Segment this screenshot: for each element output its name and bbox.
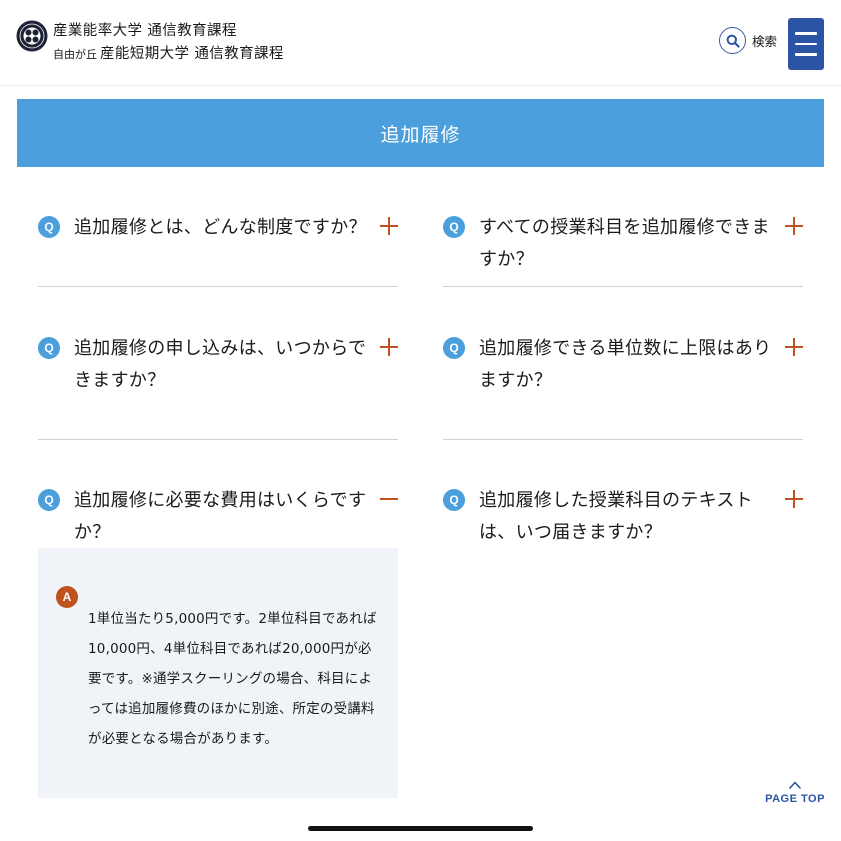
faq-divider <box>38 439 398 440</box>
page-top-button[interactable]: PAGE TOP <box>764 780 826 805</box>
menu-bar-icon <box>795 42 817 46</box>
faq-question: 追加履修の申し込みは、いつからできますか？ <box>74 338 367 391</box>
q-badge: Q <box>443 489 465 511</box>
hamburger-menu-button[interactable] <box>788 18 824 70</box>
minus-icon[interactable] <box>380 490 398 508</box>
plus-icon[interactable] <box>380 217 398 235</box>
section-title-bar: 追加履修 <box>17 99 824 167</box>
faq-question: 追加履修した授業科目のテキストは、いつ届きますか？ <box>479 490 753 543</box>
brand-line-1: 産業能率大学 通信教育課程 <box>53 23 237 39</box>
plus-icon[interactable] <box>380 338 398 356</box>
a-badge: A <box>56 586 78 608</box>
brand-location: 自由が丘 <box>53 47 97 61</box>
q-badge: Q <box>38 337 60 359</box>
faq-divider <box>443 286 803 287</box>
faq-divider <box>38 286 398 287</box>
faq-divider <box>443 439 803 440</box>
plus-icon[interactable] <box>785 217 803 235</box>
chevron-up-icon <box>788 781 802 790</box>
faq-item-6[interactable]: Q 追加履修した授業科目のテキストは、いつ届きますか？ <box>443 489 803 559</box>
search-icon <box>719 27 746 54</box>
faq-question: 追加履修できる単位数に上限はありますか？ <box>479 338 772 391</box>
faq-answer-panel: A 1単位当たり5,000円です。2単位科目であれば10,000円、4単位科目で… <box>38 548 398 798</box>
site-header: 産業能率大学 通信教育課程 自由が丘 産能短期大学 通信教育課程 検索 <box>0 0 841 86</box>
page: 産業能率大学 通信教育課程 自由が丘産能短期大学 通信教育課程 検索 追加履修 <box>0 0 841 841</box>
faq-item-3[interactable]: Q 追加履修の申し込みは、いつからできますか？ <box>38 337 398 407</box>
faq-item-5[interactable]: Q 追加履修に必要な費用はいくらですか？ <box>38 489 398 543</box>
faq-question: 追加履修に必要な費用はいくらですか？ <box>74 490 367 543</box>
menu-bar-icon <box>795 32 817 35</box>
section-title: 追加履修 <box>380 123 461 146</box>
university-seal-logo[interactable] <box>16 20 48 52</box>
faq-question: すべての授業科目を追加履修できますか？ <box>479 217 770 270</box>
home-indicator <box>308 826 533 831</box>
page-top-label: PAGE TOP <box>765 793 825 805</box>
brand-junior-college: 産能短期大学 通信教育課程 <box>100 45 284 62</box>
search-label: 検索 <box>752 34 778 49</box>
search-button[interactable]: 検索 <box>719 27 777 54</box>
faq-item-1[interactable]: Q 追加履修とは、どんな制度ですか？ <box>38 216 398 266</box>
faq-question: 追加履修とは、どんな制度ですか？ <box>74 217 367 238</box>
q-badge: Q <box>38 489 60 511</box>
brand-title[interactable]: 産業能率大学 通信教育課程 自由が丘 産能短期大学 通信教育課程 <box>53 23 284 62</box>
brand-line-2: 自由が丘 産能短期大学 通信教育課程 <box>53 44 284 63</box>
plus-icon[interactable] <box>785 338 803 356</box>
q-badge: Q <box>443 216 465 238</box>
faq-item-2[interactable]: Q すべての授業科目を追加履修できますか？ <box>443 216 803 270</box>
q-badge: Q <box>443 337 465 359</box>
menu-bar-icon <box>795 53 817 56</box>
plus-icon[interactable] <box>785 490 803 508</box>
faq-item-4[interactable]: Q 追加履修できる単位数に上限はありますか？ <box>443 337 803 407</box>
faq-answer-text: 1単位当たり5,000円です。2単位科目であれば10,000円、4単位科目であれ… <box>88 611 377 747</box>
q-badge: Q <box>38 216 60 238</box>
